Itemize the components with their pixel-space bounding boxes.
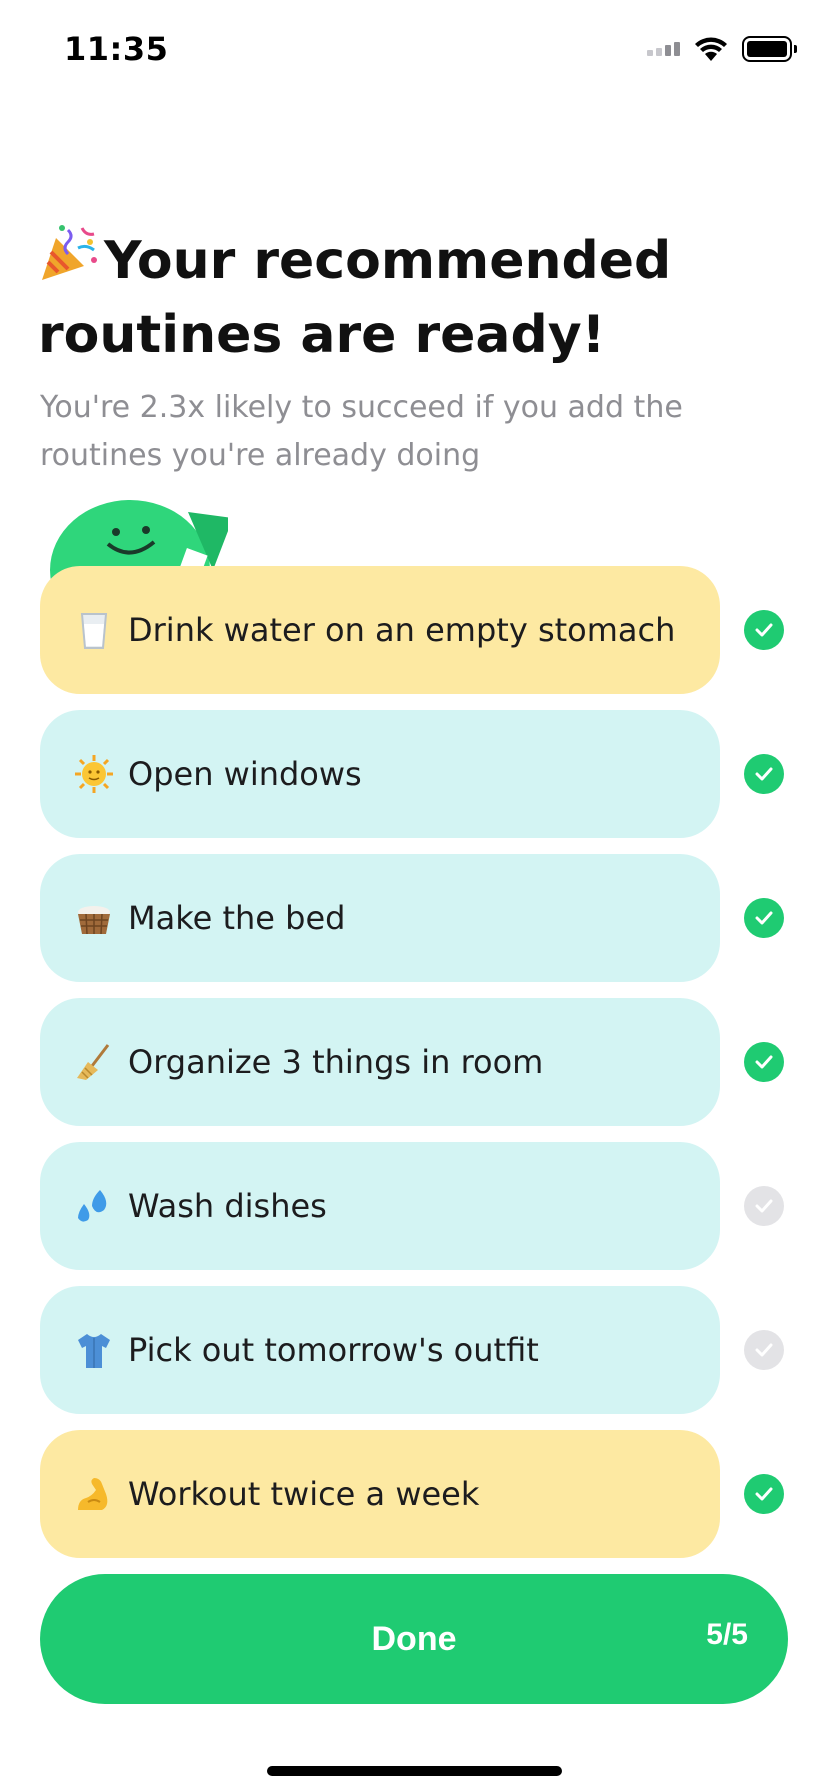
routine-item[interactable]: Wash dishes — [40, 1142, 792, 1270]
sweat-droplets-icon — [78, 1190, 107, 1222]
checkmark-icon[interactable] — [744, 1042, 784, 1082]
routine-item[interactable]: Workout twice a week — [40, 1430, 792, 1558]
routine-item[interactable]: Make the bed — [40, 854, 792, 982]
broom-icon — [77, 1044, 110, 1080]
checkmark-icon[interactable] — [744, 754, 784, 794]
shirt-icon — [78, 1334, 110, 1368]
home-indicator[interactable] — [267, 1766, 562, 1776]
checkmark-icon[interactable] — [744, 1330, 784, 1370]
checkmark-icon[interactable] — [744, 898, 784, 938]
checkmark-icon[interactable] — [744, 610, 784, 650]
selection-count: 5/5 — [706, 1618, 748, 1651]
routine-label: Drink water on an empty stomach — [128, 611, 676, 649]
screen: 11:35 Your recommended routines are read… — [0, 0, 828, 1792]
wifi-icon — [695, 37, 727, 61]
status-icons — [647, 36, 797, 62]
routine-label: Organize 3 things in room — [128, 1043, 544, 1081]
routine-item[interactable]: Drink water on an empty stomach — [40, 566, 792, 694]
page-subtitle: You're 2.3x likely to succeed if you add… — [40, 390, 683, 473]
routine-card[interactable]: Pick out tomorrow's outfit — [40, 1286, 720, 1414]
routine-card[interactable]: Open windows — [40, 710, 720, 838]
title-text: Your recommended routines are ready! — [38, 231, 672, 365]
routine-label: Wash dishes — [128, 1187, 327, 1225]
flexed-biceps-icon — [78, 1478, 108, 1510]
done-button[interactable]: Done 5/5 — [40, 1574, 788, 1704]
done-button-label: Done — [371, 1619, 457, 1658]
routine-label: Pick out tomorrow's outfit — [128, 1331, 539, 1369]
routine-label: Workout twice a week — [128, 1475, 480, 1513]
routine-card[interactable]: Drink water on an empty stomach — [40, 566, 720, 694]
routine-card[interactable]: Wash dishes — [40, 1142, 720, 1270]
routine-item[interactable]: Organize 3 things in room — [40, 998, 792, 1126]
sun-face-icon — [75, 755, 113, 793]
routine-label: Open windows — [128, 755, 362, 793]
routine-list: Drink water on an empty stomach Open win… — [40, 566, 792, 1574]
cellular-signal-icon — [647, 42, 680, 56]
party-popper-icon — [42, 225, 97, 280]
status-time: 11:35 — [64, 30, 169, 68]
page-title: Your recommended routines are ready! — [38, 222, 798, 372]
checkmark-icon[interactable] — [744, 1474, 784, 1514]
routine-card[interactable]: Workout twice a week — [40, 1430, 720, 1558]
routine-item[interactable]: Open windows — [40, 710, 792, 838]
routine-card[interactable]: Make the bed — [40, 854, 720, 982]
basket-icon — [78, 906, 110, 935]
milk-glass-icon — [80, 613, 108, 649]
routine-card[interactable]: Organize 3 things in room — [40, 998, 720, 1126]
checkmark-icon[interactable] — [744, 1186, 784, 1226]
routine-label: Make the bed — [128, 899, 346, 937]
battery-icon — [742, 36, 797, 62]
routine-item[interactable]: Pick out tomorrow's outfit — [40, 1286, 792, 1414]
